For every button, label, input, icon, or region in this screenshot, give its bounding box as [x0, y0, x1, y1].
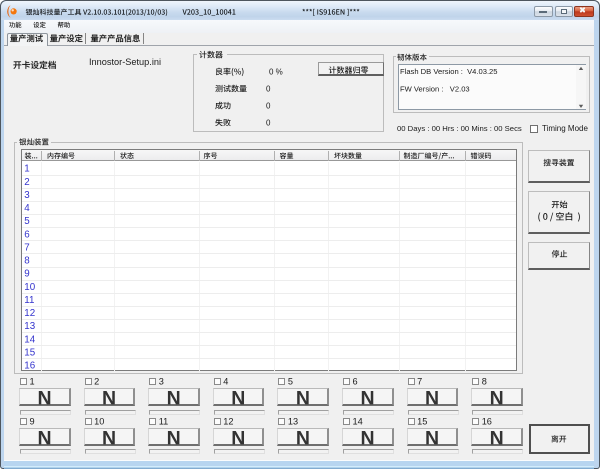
- svg-text:1: 1: [24, 164, 29, 175]
- svg-text:4: 4: [223, 376, 228, 386]
- svg-text:N: N: [296, 388, 310, 410]
- svg-text:6: 6: [353, 376, 358, 386]
- svg-text:9: 9: [30, 416, 35, 426]
- svg-text:0: 0: [266, 102, 271, 111]
- svg-text:11: 11: [24, 295, 34, 306]
- svg-text:10: 10: [94, 416, 104, 426]
- svg-text:14: 14: [353, 416, 363, 426]
- svg-text:N: N: [102, 388, 116, 410]
- svg-text:5: 5: [288, 376, 293, 386]
- svg-text:14: 14: [24, 334, 35, 345]
- svg-text:N: N: [231, 388, 245, 410]
- svg-text:N: N: [167, 427, 181, 449]
- svg-text:0: 0: [266, 119, 271, 128]
- svg-text:Timing Mode: Timing Mode: [542, 124, 588, 133]
- svg-text:00 Days : 00 Hrs : 00 Mins : 0: 00 Days : 00 Hrs : 00 Mins : 00 Secs: [397, 124, 522, 133]
- svg-text:0: 0: [266, 85, 271, 94]
- svg-text:3: 3: [159, 376, 164, 386]
- svg-text:Flash DB Version : V4.03.25: Flash DB Version : V4.03.25: [400, 67, 498, 76]
- svg-text:FW Version : V2.03: FW Version : V2.03: [400, 85, 470, 94]
- svg-text:13: 13: [24, 321, 35, 332]
- svg-text:N: N: [360, 427, 374, 449]
- svg-text:10: 10: [24, 282, 35, 293]
- svg-text:N: N: [490, 427, 504, 449]
- svg-text:7: 7: [24, 242, 29, 253]
- svg-text:15: 15: [24, 347, 35, 358]
- svg-text:15: 15: [417, 416, 427, 426]
- svg-text:3: 3: [24, 190, 30, 201]
- svg-text:Innostor-Setup.ini: Innostor-Setup.ini: [89, 57, 161, 67]
- svg-text:N: N: [425, 388, 439, 410]
- svg-text:N: N: [360, 388, 374, 410]
- svg-text:N: N: [37, 427, 51, 449]
- svg-text:N: N: [425, 427, 439, 449]
- svg-text:0 %: 0 %: [269, 68, 283, 77]
- svg-text:7: 7: [417, 376, 422, 386]
- svg-text:N: N: [490, 388, 504, 410]
- svg-text:6: 6: [24, 229, 30, 240]
- svg-text:11: 11: [159, 416, 169, 426]
- svg-text:N: N: [296, 427, 310, 449]
- svg-text:13: 13: [288, 416, 298, 426]
- svg-text:16: 16: [482, 416, 492, 426]
- svg-text:1: 1: [30, 376, 35, 386]
- svg-text:N: N: [167, 388, 181, 410]
- svg-text:2: 2: [94, 376, 99, 386]
- svg-text:N: N: [231, 427, 245, 449]
- svg-text:N: N: [37, 388, 51, 410]
- svg-text:5: 5: [24, 216, 30, 227]
- svg-text:4: 4: [24, 203, 30, 214]
- svg-text:N: N: [102, 427, 116, 449]
- svg-text:8: 8: [482, 376, 487, 386]
- svg-text:12: 12: [24, 308, 35, 319]
- svg-text:16: 16: [24, 361, 35, 372]
- svg-text:8: 8: [24, 256, 30, 267]
- svg-text:12: 12: [223, 416, 233, 426]
- svg-text:9: 9: [24, 269, 29, 280]
- svg-text:2: 2: [24, 177, 29, 188]
